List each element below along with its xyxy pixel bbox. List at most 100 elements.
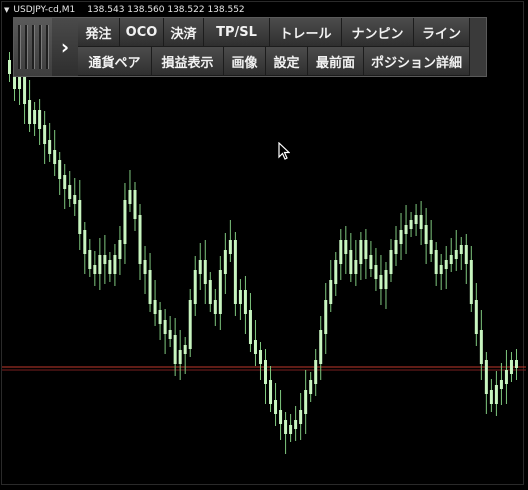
candle-body (258, 350, 262, 364)
candle-body (253, 340, 257, 354)
nanpin-button[interactable]: ナンピン (342, 18, 414, 47)
candle-body (43, 125, 47, 144)
candle-body (469, 260, 473, 304)
candle-body (28, 100, 32, 124)
candle-body (359, 240, 363, 264)
candle-body (499, 380, 503, 389)
settle-button[interactable]: 決済 (164, 18, 204, 47)
candle-body (314, 360, 318, 384)
candle-body (163, 320, 167, 334)
candle-body (203, 260, 207, 284)
candle-body (123, 200, 127, 244)
candle-body (248, 310, 252, 344)
candle-body (68, 185, 72, 199)
candle-body (434, 250, 438, 274)
candle-body (48, 140, 52, 154)
candle-body (484, 360, 488, 394)
candle-body (83, 230, 87, 254)
candle-body (299, 410, 303, 424)
tp-sl-button[interactable]: TP/SL (204, 18, 270, 47)
candle-body (223, 250, 227, 274)
candle-body (193, 270, 197, 304)
currency-pair-button[interactable]: 通貨ペア (78, 47, 152, 76)
candle-body (464, 245, 468, 264)
candle-body (73, 195, 77, 204)
candle-body (228, 240, 232, 254)
candle-body (118, 240, 122, 259)
candle-body (98, 255, 102, 274)
candle-body (324, 300, 328, 334)
candle-body (113, 255, 117, 274)
candle-body (233, 240, 237, 304)
order-button[interactable]: 発注 (78, 18, 120, 47)
candle-body (218, 270, 222, 314)
candle-body (379, 275, 383, 289)
candle-body (173, 335, 177, 364)
grip-handle-icon[interactable] (14, 18, 53, 76)
candle-body (369, 255, 373, 269)
candle-body (238, 290, 242, 304)
candle-body (103, 255, 107, 264)
candle-body (479, 330, 483, 364)
line-button[interactable]: ライン (414, 18, 470, 47)
always-on-top-button[interactable]: 最前面 (308, 47, 364, 76)
candle-body (143, 260, 147, 274)
candle-body (279, 410, 283, 424)
candle-body (178, 350, 182, 364)
candle-body (108, 260, 112, 274)
candle-body (128, 190, 132, 204)
candle-body (449, 255, 453, 264)
candle-body (269, 380, 273, 404)
candle-body (294, 420, 298, 429)
candle-body (414, 215, 418, 224)
candle-body (474, 300, 478, 334)
candle-body (58, 160, 62, 179)
candle-body (88, 250, 92, 269)
chevron-right-icon[interactable]: › (52, 18, 79, 76)
trailing-button[interactable]: トレール (270, 18, 342, 47)
candle-body (389, 250, 393, 274)
candle-body (264, 360, 267, 384)
oco-button[interactable]: OCO (120, 18, 164, 47)
candle-body (319, 330, 323, 364)
candle-body (349, 250, 353, 274)
candle-body (213, 300, 217, 314)
candle-body (284, 420, 288, 434)
candle-body (339, 240, 343, 264)
candle-body (394, 240, 398, 254)
candle-body (444, 260, 448, 269)
candle-body (509, 360, 513, 374)
candle-body (439, 265, 443, 274)
candle-body (409, 220, 413, 229)
candle-body (454, 250, 458, 259)
candle-body (429, 240, 433, 254)
candle-body (138, 215, 142, 264)
candle-body (354, 260, 358, 274)
candle-body (334, 260, 338, 284)
candle-body (404, 225, 408, 234)
position-detail-button[interactable]: ポジション詳細 (364, 47, 470, 76)
settings-button[interactable]: 設定 (266, 47, 308, 76)
candle-body (384, 270, 388, 289)
candle-body (494, 385, 498, 404)
candle-body (148, 270, 152, 304)
candle-body (53, 150, 57, 164)
image-button[interactable]: 画像 (224, 47, 266, 76)
candle-body (33, 110, 37, 124)
candle-body (8, 60, 11, 74)
candle-body (63, 175, 67, 189)
candle-body (489, 390, 493, 404)
candle-body (304, 390, 308, 414)
candle-body (419, 215, 423, 229)
candle-body (23, 75, 27, 104)
pnl-display-button[interactable]: 損益表示 (152, 47, 224, 76)
candle-body (274, 400, 278, 414)
candle-body (364, 240, 368, 259)
toolbar-row-2: 通貨ペア 損益表示 画像 設定 最前面 ポジション詳細 (78, 47, 470, 76)
candle-body (374, 265, 378, 279)
candle-body (198, 260, 202, 274)
candle-body (208, 280, 212, 304)
candle-body (459, 245, 463, 254)
candle-body (153, 300, 157, 314)
candle-body (329, 280, 333, 304)
